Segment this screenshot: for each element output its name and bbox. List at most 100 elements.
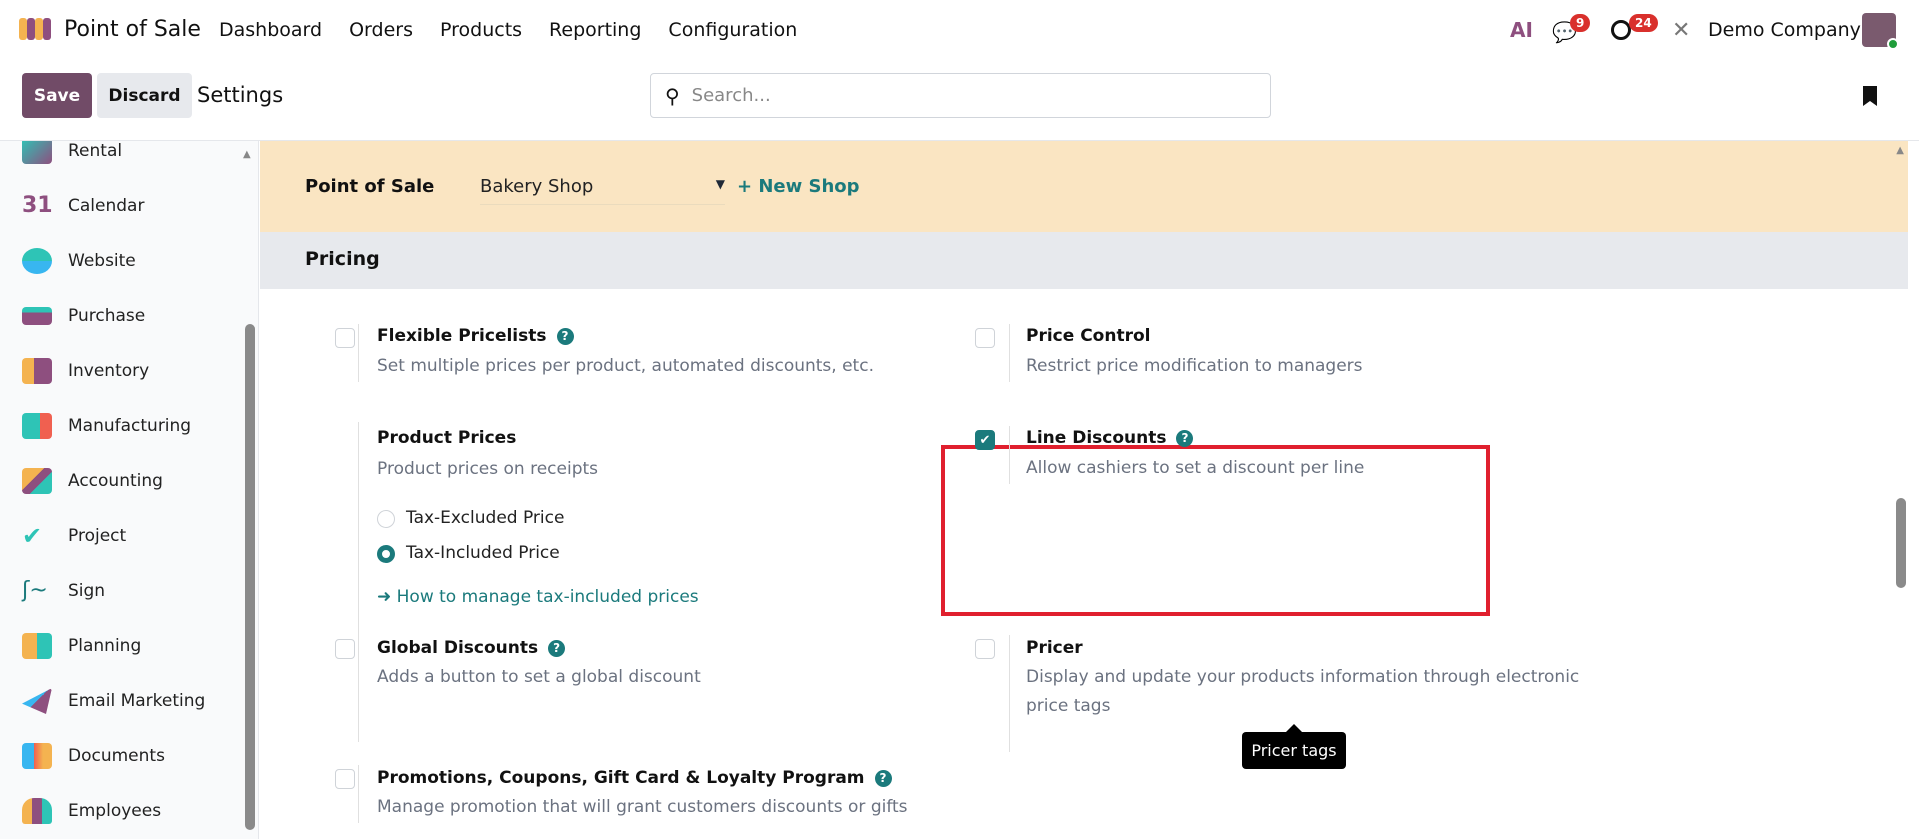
planning-icon — [22, 633, 52, 659]
sidebar-item-project[interactable]: ✔ Project — [22, 521, 126, 551]
email-marketing-icon — [22, 688, 52, 714]
flexible-pricelists-title: Flexible Pricelists? — [377, 326, 574, 346]
divider — [358, 324, 359, 382]
save-button[interactable]: Save — [22, 73, 92, 118]
sidebar-item-label: Sign — [68, 581, 106, 601]
sidebar-item-label: Project — [68, 526, 127, 546]
help-icon[interactable]: ? — [548, 640, 566, 657]
tax-included-help-link[interactable]: ➜ How to manage tax-included prices — [377, 587, 699, 607]
shop-select-value: Bakery Shop — [480, 176, 594, 197]
app-brand[interactable]: Point of Sale — [18, 16, 201, 42]
divider — [358, 765, 359, 823]
search-placeholder: Search... — [691, 85, 771, 106]
sidebar-item-rental[interactable]: Rental — [22, 141, 122, 166]
project-icon: ✔ — [22, 522, 43, 550]
menu-orders[interactable]: Orders — [349, 19, 413, 41]
discard-button[interactable]: Discard — [97, 73, 192, 118]
sidebar-item-calendar[interactable]: 31 Calendar — [22, 191, 144, 221]
price-control-desc: Restrict price modification to managers — [1026, 356, 1363, 376]
ai-icon[interactable]: AI — [1510, 18, 1533, 42]
sidebar-item-email-marketing[interactable]: Email Marketing — [22, 686, 205, 716]
manufacturing-icon — [22, 413, 52, 439]
settings-sidebar: Rental 31 Calendar Website Purchase Inven… — [0, 141, 259, 839]
menu-configuration[interactable]: Configuration — [668, 19, 797, 41]
sidebar-item-label: Manufacturing — [68, 416, 192, 436]
tax-included-label[interactable]: Tax-Included Price — [406, 543, 560, 563]
purchase-icon — [22, 307, 52, 325]
scroll-up-icon[interactable]: ▲ — [1896, 145, 1904, 156]
tax-excluded-radio[interactable] — [377, 510, 395, 528]
search-icon: ⚲ — [665, 83, 680, 108]
tax-excluded-label[interactable]: Tax-Excluded Price — [406, 508, 564, 528]
promotions-checkbox[interactable] — [335, 769, 355, 789]
menu-dashboard[interactable]: Dashboard — [219, 19, 322, 41]
top-navbar: Point of Sale Dashboard Orders Products … — [0, 0, 1919, 62]
divider — [1009, 426, 1010, 484]
divider — [358, 635, 359, 693]
product-prices-desc: Product prices on receipts — [377, 459, 599, 479]
pricer-desc-line2: price tags — [1026, 696, 1111, 716]
pos-selector-banner: Point of Sale Bakery Shop ▼ + New Shop — [260, 141, 1908, 232]
sidebar-item-purchase[interactable]: Purchase — [22, 301, 145, 331]
sidebar-item-website[interactable]: Website — [22, 246, 136, 276]
scroll-up-icon[interactable]: ▲ — [243, 149, 251, 160]
menu-reporting[interactable]: Reporting — [549, 19, 641, 41]
line-discounts-title: Line Discounts? — [1026, 428, 1194, 448]
line-discounts-checkbox[interactable]: ✔ — [975, 430, 995, 450]
calendar-icon: 31 — [22, 193, 53, 218]
app-title: Point of Sale — [64, 16, 201, 42]
accounting-icon — [22, 468, 52, 494]
global-discounts-checkbox[interactable] — [335, 639, 355, 659]
setting-title: Global Discounts — [377, 638, 539, 658]
search-input[interactable]: ⚲ Search... — [650, 73, 1271, 118]
global-discounts-title: Global Discounts? — [377, 638, 566, 658]
settings-content: Point of Sale Bakery Shop ▼ + New Shop P… — [260, 141, 1908, 839]
page-title: Settings — [197, 83, 284, 107]
pricer-checkbox[interactable] — [975, 639, 995, 659]
divider — [1009, 635, 1010, 752]
pos-app-icon — [19, 18, 51, 40]
employees-icon — [22, 798, 52, 824]
price-control-checkbox[interactable] — [975, 328, 995, 348]
sign-icon: ʃ~ — [22, 578, 48, 603]
price-control-title: Price Control — [1026, 326, 1151, 346]
new-shop-link[interactable]: + New Shop — [737, 176, 860, 197]
rental-icon — [22, 141, 52, 164]
section-title: Pricing — [305, 248, 380, 270]
tooltip-text: Pricer tags — [1251, 741, 1337, 760]
global-discounts-desc: Adds a button to set a global discount — [377, 667, 701, 687]
messages-button[interactable]: 💬 9 — [1552, 14, 1591, 44]
sidebar-item-manufacturing[interactable]: Manufacturing — [22, 411, 191, 441]
shop-select[interactable]: Bakery Shop ▼ — [480, 171, 725, 205]
flexible-pricelists-checkbox[interactable] — [335, 328, 355, 348]
activities-button[interactable]: 24 — [1611, 14, 1658, 40]
tools-icon[interactable]: ✕ — [1672, 18, 1690, 43]
website-icon — [22, 248, 52, 274]
sidebar-item-label: Calendar — [68, 196, 145, 216]
main-menu: Dashboard Orders Products Reporting Conf… — [219, 19, 797, 41]
sidebar-item-documents[interactable]: Documents — [22, 741, 165, 771]
messages-badge: 9 — [1570, 14, 1591, 32]
divider — [1009, 324, 1010, 382]
help-icon[interactable]: ? — [874, 770, 892, 787]
pricer-desc-line1: Display and update your products informa… — [1026, 667, 1580, 687]
menu-products[interactable]: Products — [440, 19, 522, 41]
tax-included-radio[interactable] — [377, 545, 395, 563]
avatar[interactable] — [1862, 13, 1899, 50]
activities-badge: 24 — [1629, 14, 1658, 32]
sidebar-item-accounting[interactable]: Accounting — [22, 466, 163, 496]
sidebar-item-planning[interactable]: Planning — [22, 631, 141, 661]
sidebar-item-sign[interactable]: ʃ~ Sign — [22, 576, 105, 606]
help-icon[interactable]: ? — [1176, 430, 1194, 447]
line-discounts-desc: Allow cashiers to set a discount per lin… — [1026, 458, 1365, 478]
sidebar-item-label: Purchase — [68, 306, 146, 326]
company-switcher[interactable]: Demo Company — [1708, 19, 1861, 41]
sidebar-scrollbar[interactable] — [245, 324, 255, 830]
sidebar-item-employees[interactable]: Employees — [22, 796, 161, 826]
pricing-section-header: Pricing — [260, 232, 1908, 289]
help-icon[interactable]: ? — [556, 328, 574, 345]
tooltip-arrow — [1286, 724, 1302, 732]
sidebar-item-inventory[interactable]: Inventory — [22, 356, 149, 386]
main-scrollbar[interactable] — [1896, 498, 1906, 588]
setting-title: Promotions, Coupons, Gift Card & Loyalty… — [377, 768, 865, 788]
